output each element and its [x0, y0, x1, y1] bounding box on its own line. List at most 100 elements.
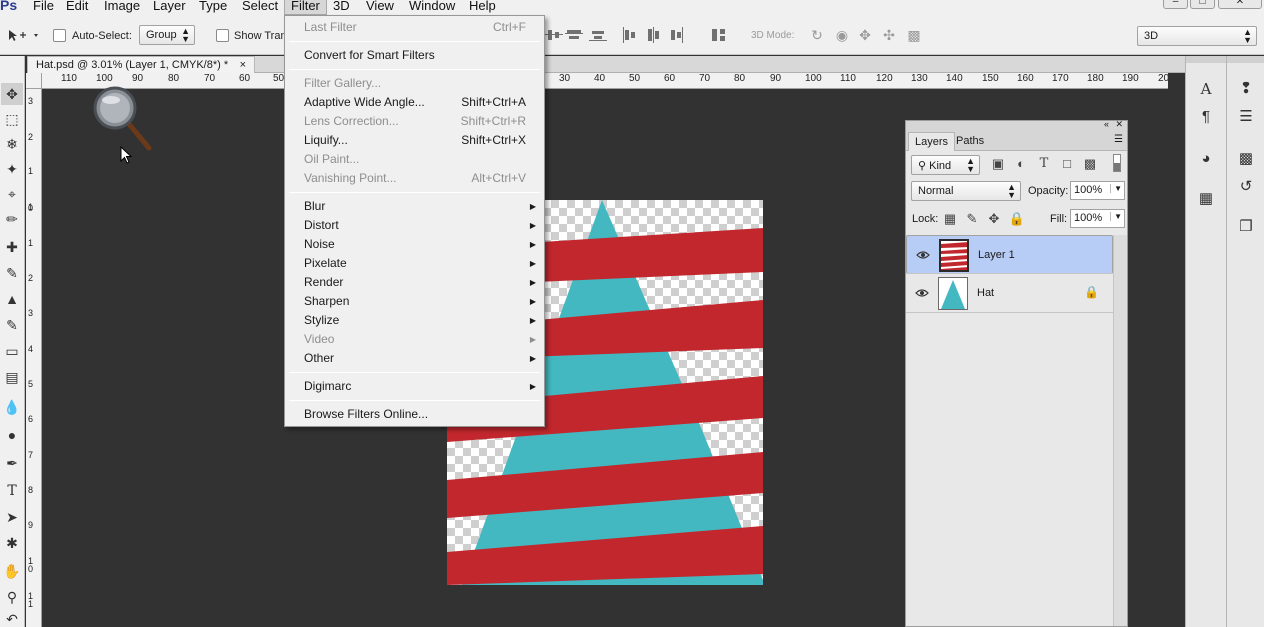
menu-select[interactable]: Select	[236, 0, 284, 15]
auto-select-checkbox[interactable]	[53, 29, 66, 42]
opacity-slider-icon[interactable]: ▼	[1110, 184, 1122, 193]
visibility-eye-icon[interactable]	[915, 286, 929, 300]
swatches-icon[interactable]: ▦	[1194, 188, 1218, 210]
opacity-input[interactable]: 100% ▼	[1070, 181, 1125, 200]
menu-item-digimarc[interactable]: Digimarc ▶	[285, 377, 544, 396]
lasso-tool-icon[interactable]: ❄	[1, 133, 23, 155]
filter-pixel-icon[interactable]: ▣	[989, 156, 1007, 172]
lock-position-icon[interactable]: ✥	[985, 211, 1003, 227]
align-vertical-centers-icon[interactable]	[545, 27, 563, 43]
move-tool-icon[interactable]: ✥	[1, 83, 23, 105]
menu-item-noise[interactable]: Noise ▶	[285, 235, 544, 254]
close-window-button[interactable]: ✕	[1218, 0, 1262, 9]
brush-presets-icon[interactable]: ❢	[1234, 78, 1258, 100]
show-transform-checkbox[interactable]	[216, 29, 229, 42]
lock-all-icon[interactable]: 🔒	[1008, 211, 1026, 227]
layers-scrollbar[interactable]	[1113, 235, 1127, 626]
styles-icon[interactable]: ▩	[1234, 148, 1258, 170]
layer-filter-kind-dropdown[interactable]: ⚲ Kind ▲ ▼	[911, 155, 980, 175]
maximize-button[interactable]: □	[1190, 0, 1215, 9]
fill-slider-icon[interactable]: ▼	[1110, 212, 1122, 221]
3d-slide-icon[interactable]: ✣	[880, 27, 898, 43]
menu-item-distort[interactable]: Distort ▶	[285, 216, 544, 235]
3d-panel-icon[interactable]: ❒	[1234, 216, 1258, 238]
align-bottom-edges-icon[interactable]	[565, 27, 583, 43]
rotate-view-icon[interactable]: ↶	[1, 608, 23, 627]
blur-tool-icon[interactable]: 💧	[1, 396, 23, 418]
adjustments-icon[interactable]: ☰	[1234, 106, 1258, 128]
filter-type-icon[interactable]: T	[1035, 156, 1053, 172]
path-selection-tool-icon[interactable]: ➤	[1, 506, 23, 528]
paragraph-panel-icon[interactable]: ¶	[1194, 106, 1218, 128]
menu-file[interactable]: File	[27, 0, 60, 15]
menu-item-adaptive-wide-angle[interactable]: Adaptive Wide Angle... Shift+Ctrl+A	[285, 93, 544, 112]
menu-item-stylize[interactable]: Stylize ▶	[285, 311, 544, 330]
menu-item-liquify[interactable]: Liquify... Shift+Ctrl+X	[285, 131, 544, 150]
menu-3d[interactable]: 3D	[327, 0, 356, 15]
workspace-dropdown[interactable]: 3D ▲ ▼	[1137, 26, 1257, 46]
3d-drag-icon[interactable]: ✥	[856, 27, 874, 43]
menu-edit[interactable]: Edit	[60, 0, 94, 15]
filter-toggle-switch[interactable]	[1113, 154, 1121, 172]
blend-mode-dropdown[interactable]: Normal ▲ ▼	[911, 181, 1021, 201]
close-panel-icon[interactable]: ✕	[1115, 119, 1123, 130]
align-left-edges-icon[interactable]	[620, 27, 638, 43]
3d-roll-icon[interactable]: ◉	[833, 27, 851, 43]
align-horizontal-centers-icon[interactable]	[645, 27, 663, 43]
3d-rotate-icon[interactable]: ↻	[808, 27, 826, 43]
menu-window[interactable]: Window	[403, 0, 461, 15]
quick-select-tool-icon[interactable]: ✦	[1, 158, 23, 180]
menu-view[interactable]: View	[360, 0, 400, 15]
layer-1-name[interactable]: Layer 1	[978, 249, 1015, 261]
ruler-origin[interactable]	[26, 73, 42, 89]
hand-tool-icon[interactable]: ✋	[1, 560, 23, 582]
custom-shape-tool-icon[interactable]: ✱	[1, 532, 23, 554]
color-palette-icon[interactable]: ◕	[1194, 148, 1218, 170]
gradient-tool-icon[interactable]: ▤	[1, 366, 23, 388]
healing-brush-tool-icon[interactable]: ✚	[1, 236, 23, 258]
menu-filter[interactable]: Filter	[284, 0, 327, 15]
type-tool-icon[interactable]: T	[1, 480, 23, 502]
minimize-button[interactable]: –	[1163, 0, 1188, 9]
menu-item-convert-for-smart-filters[interactable]: Convert for Smart Filters	[285, 46, 544, 65]
document-tab[interactable]: Hat.psd @ 3.01% (Layer 1, CMYK/8*) * ×	[27, 56, 255, 73]
brush-tool-icon[interactable]: ✎	[1, 262, 23, 284]
collapse-panel-icon[interactable]: «	[1104, 119, 1109, 129]
close-tab-icon[interactable]: ×	[240, 59, 246, 71]
menu-item-other[interactable]: Other ▶	[285, 349, 544, 368]
clone-stamp-tool-icon[interactable]: ▲	[1, 288, 23, 310]
menu-layer[interactable]: Layer	[147, 0, 192, 15]
3d-scale-icon[interactable]: ▩	[905, 27, 923, 43]
layer-row-layer-1[interactable]: Layer 1	[906, 235, 1113, 274]
align-bottom-icon[interactable]	[589, 27, 607, 43]
hat-layer-name[interactable]: Hat	[977, 287, 994, 299]
vertical-ruler[interactable]: 3 2 1 1 0 1 2 3 4 5 6 7 8 9 10 11	[26, 89, 42, 627]
menu-type[interactable]: Type	[193, 0, 233, 15]
character-panel-icon[interactable]: A	[1194, 78, 1218, 100]
panel-menu-icon[interactable]: ☰	[1114, 134, 1123, 145]
history-brush-tool-icon[interactable]: ✎	[1, 314, 23, 336]
zoom-tool-icon[interactable]: ⚲	[1, 586, 23, 608]
marquee-tool-icon[interactable]: ⬚	[1, 108, 23, 130]
move-tool-preset-icon[interactable]	[6, 27, 40, 43]
lock-image-pixels-icon[interactable]: ✎	[963, 211, 981, 227]
visibility-eye-icon[interactable]	[916, 248, 930, 262]
eraser-tool-icon[interactable]: ▭	[1, 340, 23, 362]
auto-select-dropdown[interactable]: Group ▲ ▼	[139, 25, 195, 45]
menu-item-pixelate[interactable]: Pixelate ▶	[285, 254, 544, 273]
auto-align-layers-icon[interactable]	[710, 27, 728, 43]
dodge-tool-icon[interactable]: ●	[1, 424, 23, 446]
horizontal-ruler[interactable]: 110 100 90 80 70 60 50 30 40 50 60 70 80…	[42, 73, 1168, 89]
layer-row-hat[interactable]: Hat 🔒	[906, 274, 1113, 313]
menu-image[interactable]: Image	[98, 0, 146, 15]
eyedropper-tool-icon[interactable]: ✏	[1, 208, 23, 230]
history-icon[interactable]: ↺	[1234, 176, 1258, 198]
layers-panel-header[interactable]	[906, 121, 1127, 131]
pen-tool-icon[interactable]: ✒	[1, 452, 23, 474]
filter-smart-object-icon[interactable]: ▩	[1081, 156, 1099, 172]
filter-adjustment-icon[interactable]: ◐	[1012, 156, 1030, 172]
tab-layers[interactable]: Layers	[908, 132, 956, 151]
lock-transparent-pixels-icon[interactable]: ▦	[941, 211, 959, 227]
crop-tool-icon[interactable]: ⌖	[1, 183, 23, 205]
menu-item-browse-filters-online[interactable]: Browse Filters Online...	[285, 405, 544, 424]
